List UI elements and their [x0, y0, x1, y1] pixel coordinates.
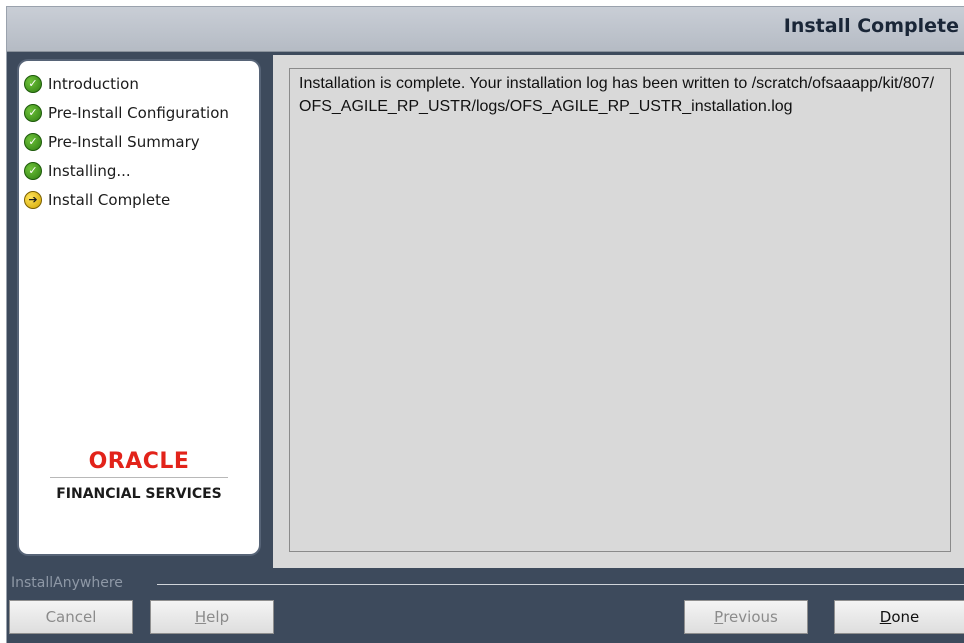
- step-label: Introduction: [48, 74, 139, 93]
- step-installing: ✓ Installing...: [24, 156, 229, 185]
- check-icon: ✓: [24, 103, 42, 122]
- check-icon: ✓: [24, 74, 42, 93]
- help-button-label: elp: [206, 608, 230, 626]
- done-button-label: one: [891, 608, 920, 626]
- done-mnemonic: D: [879, 608, 892, 626]
- previous-button[interactable]: Previous: [684, 600, 808, 634]
- steps-panel: ✓ Introduction ✓ Pre-Install Configurati…: [19, 61, 259, 554]
- oracle-logo: ORACLE FINANCIAL SERVICES: [19, 449, 259, 502]
- financial-services-label: FINANCIAL SERVICES: [50, 477, 228, 502]
- done-button[interactable]: Done: [834, 600, 964, 634]
- step-introduction: ✓ Introduction: [24, 69, 229, 98]
- page-title: Install Complete: [783, 15, 959, 37]
- step-install-complete: ➔ Install Complete: [24, 185, 229, 214]
- title-bar: Install Complete: [7, 7, 964, 52]
- previous-mnemonic: P: [714, 608, 724, 626]
- steps-list: ✓ Introduction ✓ Pre-Install Configurati…: [24, 69, 229, 214]
- check-icon: ✓: [24, 161, 42, 180]
- check-icon: ✓: [24, 132, 42, 151]
- cancel-button[interactable]: Cancel: [9, 600, 133, 634]
- help-mnemonic: H: [194, 608, 207, 626]
- message-area: Installation is complete. Your installat…: [289, 68, 951, 552]
- cancel-button-label: Cancel: [45, 608, 97, 626]
- step-label: Pre-Install Configuration: [48, 103, 229, 122]
- previous-button-label: revious: [723, 608, 778, 626]
- step-label: Installing...: [48, 161, 131, 180]
- step-label: Pre-Install Summary: [48, 132, 200, 151]
- arrow-right-icon: ➔: [24, 190, 42, 209]
- step-pre-install-summary: ✓ Pre-Install Summary: [24, 127, 229, 156]
- step-pre-install-configuration: ✓ Pre-Install Configuration: [24, 98, 229, 127]
- footer-divider: [157, 584, 964, 585]
- step-label: Install Complete: [48, 190, 171, 209]
- installanywhere-label: InstallAnywhere: [11, 575, 129, 591]
- install-complete-message: Installation is complete. Your installat…: [299, 75, 935, 115]
- help-button[interactable]: Help: [150, 600, 274, 634]
- installer-window: Install Complete ✓ Introduction ✓ Pre-In…: [6, 6, 964, 643]
- oracle-wordmark: ORACLE: [88, 449, 190, 474]
